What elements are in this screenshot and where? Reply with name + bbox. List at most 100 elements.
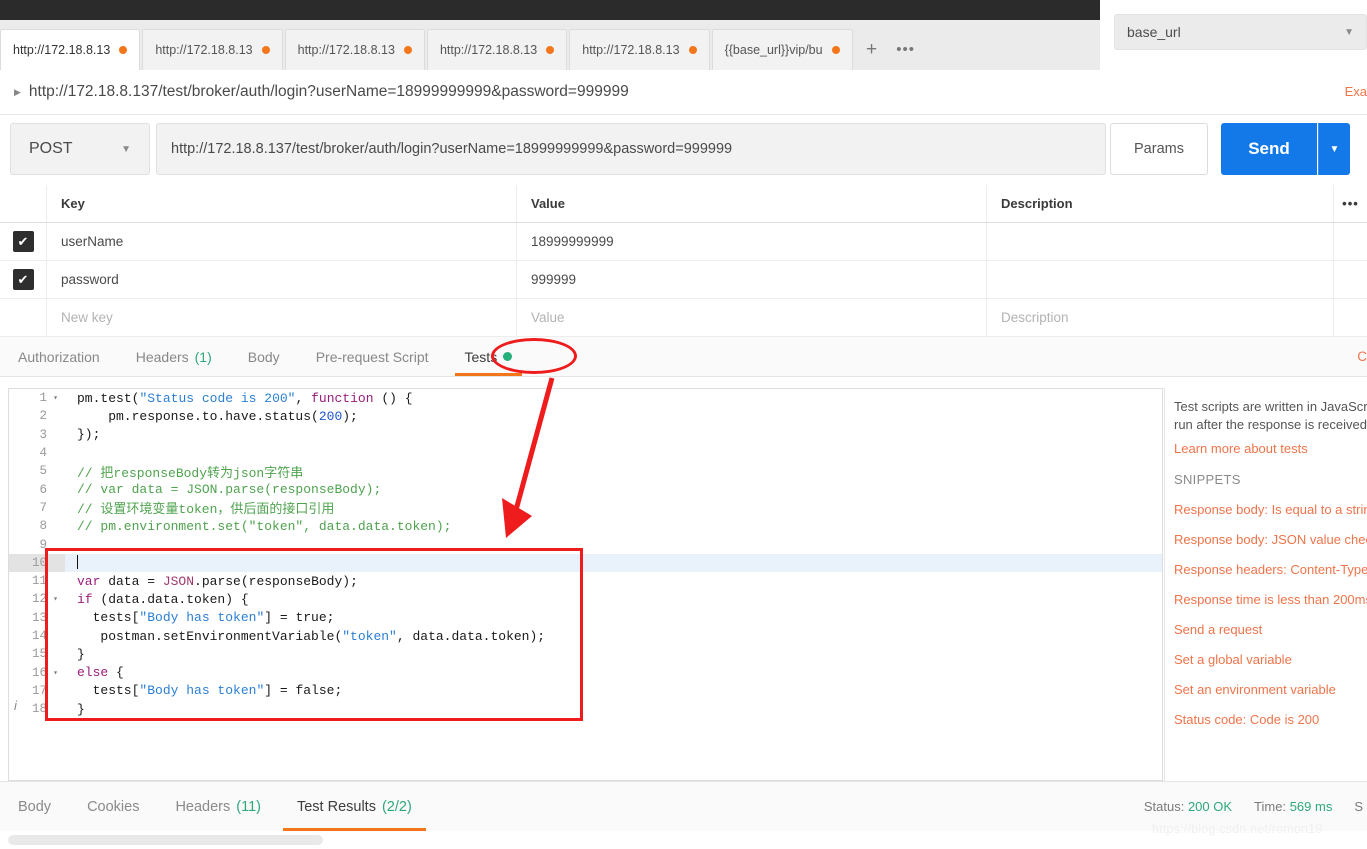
response-tab-label: Body: [18, 798, 52, 815]
param-key-cell[interactable]: password: [47, 261, 517, 298]
params-button[interactable]: Params: [1110, 123, 1208, 175]
snippet-item[interactable]: Set an environment variable: [1174, 682, 1367, 697]
code-text: if (data.data.token) {: [65, 592, 249, 607]
fold-arrow-icon[interactable]: ▾: [50, 668, 58, 678]
code-token: }: [77, 701, 85, 717]
line-number: 9: [9, 535, 65, 553]
line-number-text: 1: [39, 391, 47, 406]
tests-present-dot-icon: [503, 352, 513, 361]
send-button[interactable]: Send: [1221, 123, 1317, 175]
code-token: "Status code is 200": [139, 390, 296, 406]
snippet-item[interactable]: Set a global variable: [1174, 652, 1367, 667]
response-tab-body[interactable]: Body: [0, 782, 69, 831]
snippet-item[interactable]: Response body: JSON value check: [1174, 532, 1367, 547]
request-tab-1[interactable]: http://172.18.8.13: [142, 29, 283, 70]
request-tab-4[interactable]: http://172.18.8.13: [569, 29, 710, 70]
snippet-item[interactable]: Response body: Is equal to a strin: [1174, 502, 1367, 517]
response-tab-headers[interactable]: Headers (11): [157, 782, 279, 831]
request-tab-3[interactable]: http://172.18.8.13: [426, 29, 568, 70]
response-tab-cookies[interactable]: Cookies: [69, 782, 157, 831]
tab-headers[interactable]: Headers (1): [118, 337, 230, 376]
request-tab-bar: http://172.18.8.13 http://172.18.8.13 http…: [0, 20, 1100, 70]
fold-arrow-icon[interactable]: ▾: [50, 594, 58, 604]
code-token: // var data = JSON.parse(responseBody);: [77, 482, 382, 498]
line-number: 15: [9, 645, 65, 663]
row-checkbox[interactable]: ✔: [12, 269, 34, 290]
code-line: 12 ▾ if (data.data.token) {: [9, 590, 1162, 608]
send-options-button[interactable]: ▼: [1318, 123, 1350, 175]
line-number-text: 2: [39, 409, 47, 424]
param-value-cell[interactable]: 999999: [517, 261, 987, 298]
chevron-down-icon: ▼: [121, 143, 131, 155]
response-tab-test-results[interactable]: Test Results (2/2): [279, 782, 430, 831]
request-section-tabs: Authorization Headers (1) Body Pre-request S…: [0, 337, 1367, 377]
expand-triangle-icon[interactable]: ▶: [14, 87, 21, 98]
code-token: .parse(responseBody);: [194, 573, 358, 589]
line-number: 2: [9, 407, 65, 425]
request-tab-0[interactable]: http://172.18.8.13: [0, 29, 141, 70]
scrollbar-thumb[interactable]: [8, 835, 323, 845]
snippet-item[interactable]: Status code: Code is 200: [1174, 712, 1367, 727]
param-key-cell[interactable]: userName: [47, 223, 517, 260]
param-description-cell[interactable]: [987, 261, 1334, 298]
code-line: 5 // 把responseBody转为json字符串: [9, 462, 1162, 481]
status-group: Status: 200 OK: [1144, 799, 1232, 814]
snippet-item[interactable]: Send a request: [1174, 622, 1367, 637]
learn-more-link[interactable]: Learn more about tests: [1174, 441, 1367, 456]
line-number-text: 8: [39, 519, 47, 534]
column-header-description: Description: [987, 185, 1334, 222]
column-header-key: Key: [47, 185, 517, 222]
snippet-item[interactable]: Response headers: Content-Type: [1174, 562, 1367, 577]
params-bulk-edit-icon[interactable]: •••: [1334, 185, 1367, 222]
examples-link[interactable]: Exa: [1345, 84, 1367, 99]
line-number-text: 18: [31, 702, 47, 717]
http-method-select[interactable]: POST ▼: [10, 123, 150, 175]
url-input[interactable]: http://172.18.8.137/test/broker/auth/log…: [156, 123, 1106, 175]
request-tab-2[interactable]: http://172.18.8.13: [284, 29, 425, 70]
tab-body[interactable]: Body: [230, 337, 298, 376]
code-token: tests[: [77, 610, 140, 626]
new-value-input[interactable]: Value: [517, 299, 987, 336]
cookies-link[interactable]: C: [1357, 349, 1367, 364]
page-title: http://172.18.8.137/test/broker/auth/log…: [28, 83, 629, 100]
code-token: }: [77, 646, 85, 662]
code-token: // 设置环境变量token，供后面的接口引用: [77, 502, 335, 518]
tab-tests[interactable]: Tests: [447, 337, 531, 376]
line-number: 3: [9, 426, 65, 444]
time-label: Time:: [1254, 799, 1287, 814]
param-value-cell[interactable]: 18999999999: [517, 223, 987, 260]
new-key-input[interactable]: New key: [47, 299, 517, 336]
request-tab-label: http://172.18.8.13: [13, 43, 111, 57]
code-text: // pm.environment.set("token", data.data…: [65, 519, 451, 534]
line-number: 11: [9, 572, 65, 590]
new-tab-button[interactable]: +: [855, 29, 889, 70]
request-tab-5[interactable]: {{base_url}}vip/bu: [711, 29, 853, 70]
unsaved-dot-icon: [261, 46, 270, 54]
code-line: 17 tests["Body has token"] = false;: [9, 682, 1162, 700]
code-text: }: [65, 702, 85, 717]
line-number: 8: [9, 517, 65, 535]
code-token: 200: [318, 408, 343, 424]
line-number-text: 11: [31, 574, 47, 589]
snippet-item[interactable]: Response time is less than 200ms: [1174, 592, 1367, 607]
code-text: tests["Body has token"] = false;: [65, 683, 343, 698]
row-checkbox[interactable]: ✔: [12, 231, 34, 252]
environment-select[interactable]: base_url ▼: [1114, 14, 1367, 50]
url-input-value: http://172.18.8.137/test/broker/auth/log…: [171, 141, 733, 157]
line-number-text: 9: [39, 537, 47, 552]
code-token: pm: [77, 390, 93, 406]
code-line: 6 // var data = JSON.parse(responseBody);: [9, 480, 1162, 498]
fold-arrow-icon[interactable]: ▾: [50, 393, 58, 403]
row-spacer: [1334, 261, 1367, 298]
response-tab-label: Test Results: [296, 798, 376, 815]
send-button-label: Send: [1248, 139, 1290, 158]
tab-pre-request-script[interactable]: Pre-request Script: [298, 337, 447, 376]
new-description-input[interactable]: Description: [987, 299, 1334, 336]
tab-more-options-icon[interactable]: •••: [889, 29, 923, 70]
tab-authorization[interactable]: Authorization: [0, 337, 118, 376]
text-cursor: [77, 554, 78, 569]
param-description-cell[interactable]: [987, 223, 1334, 260]
tests-code-editor[interactable]: 1 ▾ pm.test("Status code is 200", function…: [8, 388, 1163, 781]
code-text: // var data = JSON.parse(responseBody);: [65, 482, 381, 497]
code-text: pm.test("Status code is 200", function (…: [65, 391, 413, 406]
